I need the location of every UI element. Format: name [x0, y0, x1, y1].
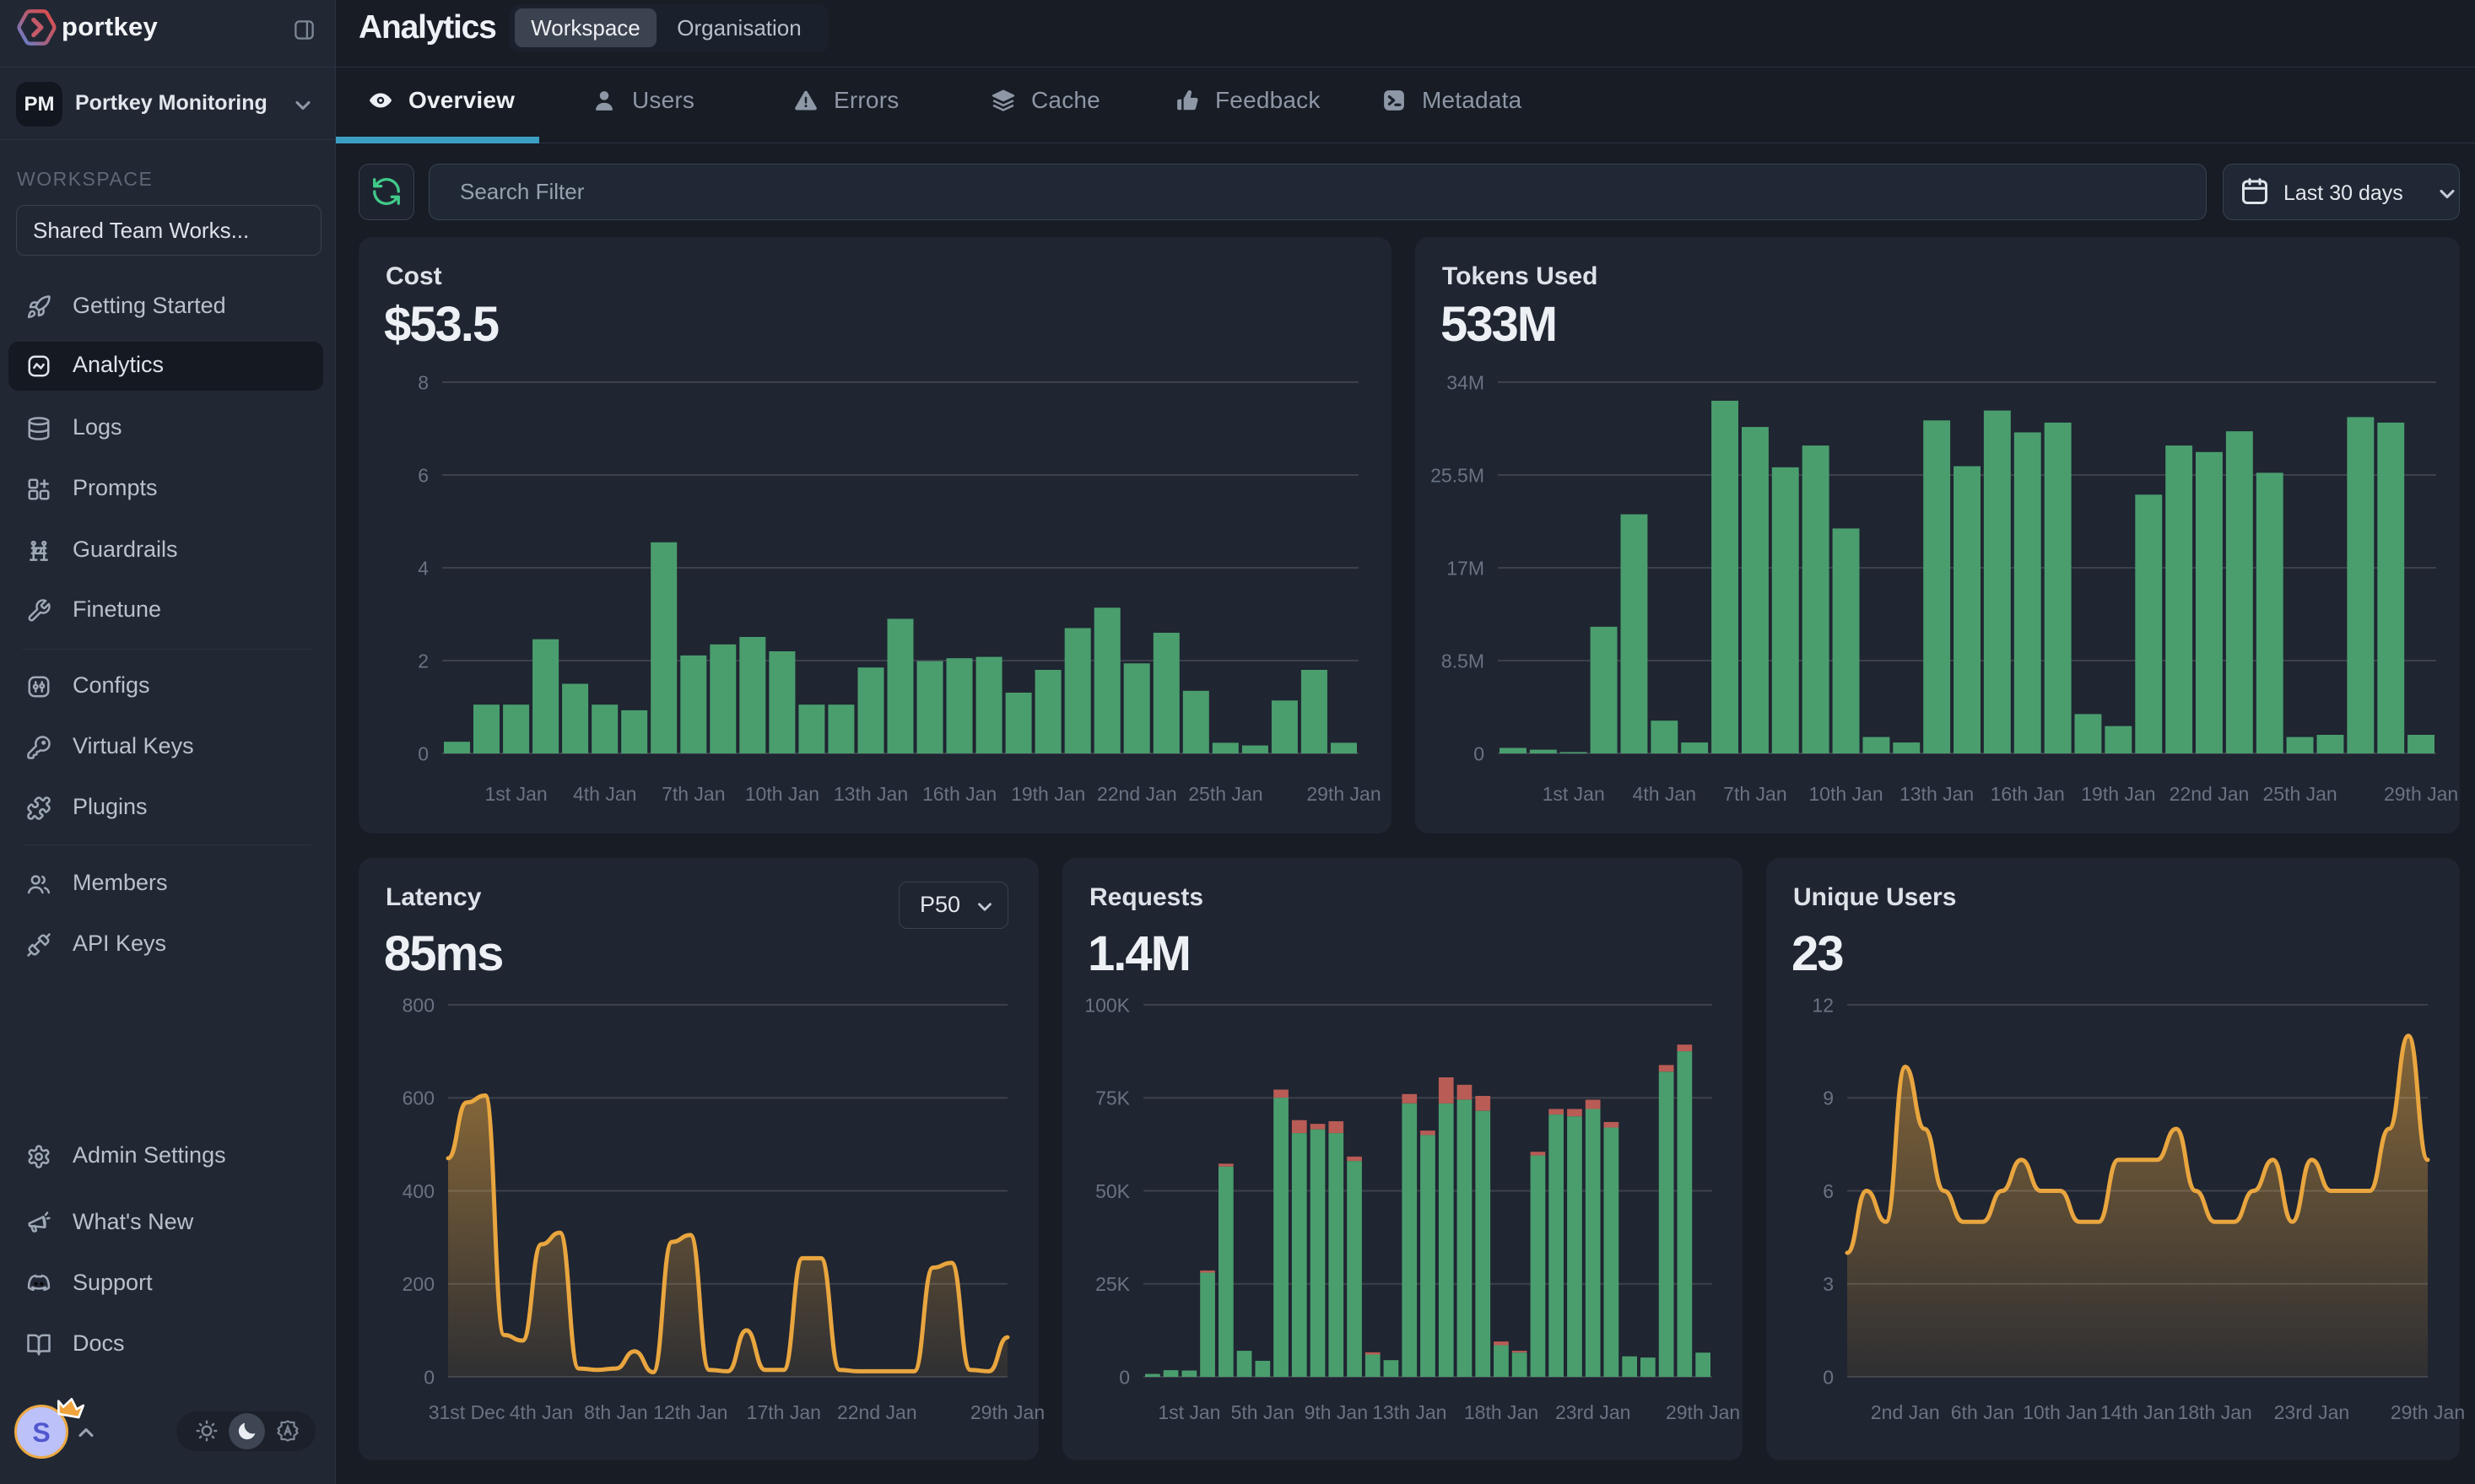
svg-text:17th Jan: 17th Jan [747, 1401, 821, 1423]
svg-text:0: 0 [1823, 1366, 1834, 1388]
svg-text:100K: 100K [1084, 994, 1130, 1016]
svg-text:0: 0 [418, 742, 429, 764]
svg-text:16th Jan: 16th Jan [922, 783, 997, 805]
svg-text:25.5M: 25.5M [1430, 464, 1484, 486]
svg-text:3: 3 [1823, 1273, 1834, 1295]
svg-text:7th Jan: 7th Jan [1723, 783, 1786, 805]
svg-text:2: 2 [418, 650, 429, 672]
svg-text:29th Jan: 29th Jan [1306, 783, 1381, 805]
svg-text:31st Dec: 31st Dec [429, 1401, 505, 1423]
svg-text:0: 0 [424, 1366, 435, 1388]
svg-text:19th Jan: 19th Jan [1011, 783, 1085, 805]
svg-text:4: 4 [418, 557, 429, 579]
svg-text:13th Jan: 13th Jan [1899, 783, 1974, 805]
svg-text:13th Jan: 13th Jan [834, 783, 908, 805]
svg-text:22nd Jan: 22nd Jan [2170, 783, 2250, 805]
svg-text:22nd Jan: 22nd Jan [1097, 783, 1177, 805]
svg-text:8th Jan: 8th Jan [584, 1401, 647, 1423]
svg-text:400: 400 [403, 1180, 435, 1202]
svg-text:4th Jan: 4th Jan [573, 783, 636, 805]
svg-text:4th Jan: 4th Jan [510, 1401, 573, 1423]
svg-text:1st Jan: 1st Jan [1158, 1401, 1220, 1423]
svg-text:0: 0 [1119, 1366, 1130, 1388]
svg-text:19th Jan: 19th Jan [2081, 783, 2155, 805]
svg-text:7th Jan: 7th Jan [662, 783, 725, 805]
svg-text:17M: 17M [1446, 557, 1484, 579]
svg-text:29th Jan: 29th Jan [2391, 1401, 2465, 1423]
svg-text:4th Jan: 4th Jan [1633, 783, 1696, 805]
svg-text:600: 600 [403, 1087, 435, 1109]
svg-text:200: 200 [403, 1273, 435, 1295]
svg-text:29th Jan: 29th Jan [970, 1401, 1045, 1423]
svg-text:50K: 50K [1095, 1180, 1131, 1202]
svg-text:18th Jan: 18th Jan [1464, 1401, 1538, 1423]
svg-text:0: 0 [1473, 742, 1484, 764]
svg-text:1st Jan: 1st Jan [485, 783, 548, 805]
svg-text:9: 9 [1823, 1087, 1834, 1109]
svg-text:8: 8 [418, 371, 429, 393]
svg-text:13th Jan: 13th Jan [1372, 1401, 1446, 1423]
svg-text:75K: 75K [1095, 1087, 1131, 1109]
svg-text:29th Jan: 29th Jan [2384, 783, 2458, 805]
svg-text:800: 800 [403, 994, 435, 1016]
svg-text:23rd Jan: 23rd Jan [2274, 1401, 2350, 1423]
svg-text:1st Jan: 1st Jan [1543, 783, 1605, 805]
svg-text:16th Jan: 16th Jan [1991, 783, 2065, 805]
svg-text:22nd Jan: 22nd Jan [837, 1401, 917, 1423]
svg-text:6: 6 [1823, 1180, 1834, 1202]
svg-text:12th Jan: 12th Jan [653, 1401, 727, 1423]
svg-text:10th Jan: 10th Jan [745, 783, 819, 805]
svg-text:6th Jan: 6th Jan [1951, 1401, 2014, 1423]
svg-text:25th Jan: 25th Jan [1188, 783, 1262, 805]
svg-text:10th Jan: 10th Jan [2023, 1401, 2097, 1423]
svg-text:25K: 25K [1095, 1273, 1131, 1295]
svg-text:8.5M: 8.5M [1441, 650, 1484, 672]
svg-text:2nd Jan: 2nd Jan [1871, 1401, 1940, 1423]
svg-text:18th Jan: 18th Jan [2178, 1401, 2252, 1423]
svg-text:29th Jan: 29th Jan [1666, 1401, 1740, 1423]
svg-text:10th Jan: 10th Jan [1808, 783, 1883, 805]
svg-text:14th Jan: 14th Jan [2100, 1401, 2175, 1423]
svg-text:12: 12 [1812, 994, 1834, 1016]
svg-text:9th Jan: 9th Jan [1305, 1401, 1368, 1423]
svg-text:5th Jan: 5th Jan [1231, 1401, 1294, 1423]
svg-text:34M: 34M [1446, 371, 1484, 393]
svg-text:23rd Jan: 23rd Jan [1555, 1401, 1631, 1423]
svg-text:25th Jan: 25th Jan [2262, 783, 2337, 805]
svg-text:6: 6 [418, 464, 429, 486]
